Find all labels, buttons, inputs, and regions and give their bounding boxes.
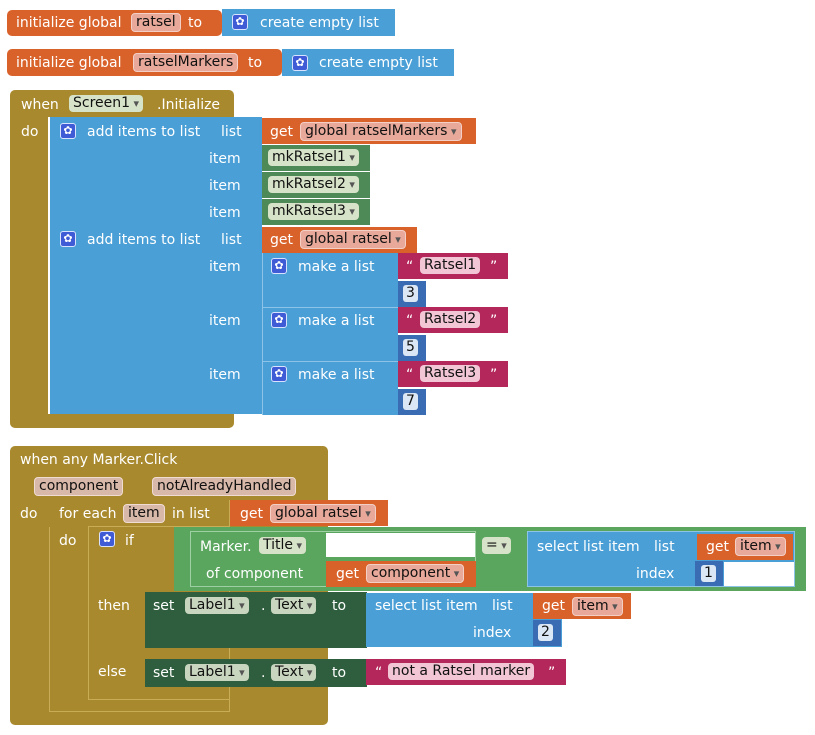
init-ratsel-label: initialize global (16, 15, 122, 31)
marker-getter-label: Marker. (200, 539, 252, 555)
text-value-ratsel3[interactable]: Ratsel3 (420, 365, 481, 382)
set-label: set (153, 598, 175, 614)
get-label: get (336, 566, 359, 582)
to-label: to (332, 665, 347, 681)
item-socket-label: item (209, 178, 241, 194)
select-list-socket-label-2: list (492, 598, 513, 614)
for-each-do-label: do (59, 533, 77, 549)
open-quote-icon: “ (375, 665, 383, 681)
item-socket-label: item (209, 151, 241, 167)
index-socket-label-1: index (636, 566, 675, 582)
create-empty-list-label-1: create empty list (260, 15, 379, 31)
text-value-not-a-ratsel-marker[interactable]: not a Ratsel marker (388, 663, 535, 680)
global-ratsel-dropdown[interactable]: global ratsel (300, 230, 406, 249)
event-name: .Initialize (157, 97, 221, 113)
mkratsel3-dropdown[interactable]: mkRatsel3 (268, 203, 359, 220)
make-a-list-label-2: make a list (298, 313, 375, 329)
do-label: do (20, 506, 38, 522)
mutator-gear-icon[interactable]: ✿ (271, 366, 287, 382)
global-ratsel-dropdown-2[interactable]: global ratsel (270, 504, 376, 523)
get-label: get (706, 539, 729, 555)
text-value-ratsel2[interactable]: Ratsel2 (420, 311, 481, 328)
global-ratselmarkers-dropdown[interactable]: global ratselMarkers (300, 122, 462, 141)
mutator-gear-icon[interactable]: ✿ (99, 531, 115, 547)
mutator-gear-icon[interactable]: ✿ (271, 258, 287, 274)
label-component-dropdown[interactable]: Label1 (185, 664, 249, 681)
number-value-index-2[interactable]: 2 (538, 624, 553, 641)
mutator-gear-icon[interactable]: ✿ (292, 55, 308, 71)
empty-slot (724, 562, 794, 586)
text-value-ratsel1[interactable]: Ratsel1 (420, 257, 481, 274)
in-list-label: in list (172, 506, 210, 522)
empty-slot (326, 533, 475, 557)
number-value-index-1[interactable]: 1 (701, 565, 716, 582)
get-label: get (240, 506, 263, 522)
close-quote-icon: ” (490, 313, 498, 329)
mutator-gear-icon[interactable]: ✿ (60, 231, 76, 247)
add-items-label-1: add items to list (87, 124, 201, 140)
if-label: if (125, 533, 134, 549)
param-not-already-handled[interactable]: notAlreadyHandled (152, 477, 297, 496)
when-any-marker-click-label: when any Marker.Click (20, 452, 178, 468)
label-property-dropdown[interactable]: Text (271, 597, 317, 614)
number-value-7[interactable]: 7 (403, 393, 418, 410)
init-ratselmarkers-to: to (248, 55, 263, 71)
mkratsel2-dropdown[interactable]: mkRatsel2 (268, 176, 359, 193)
item-socket-label: item (209, 313, 241, 329)
open-quote-icon: “ (406, 313, 414, 329)
dot-label: . (261, 665, 266, 681)
mutator-gear-icon[interactable]: ✿ (60, 123, 76, 139)
do-label: do (21, 124, 39, 140)
get-label: get (270, 124, 293, 140)
make-a-list-label-1: make a list (298, 259, 375, 275)
marker-property-dropdown[interactable]: Title (259, 537, 307, 554)
number-value-3[interactable]: 3 (403, 285, 418, 302)
init-ratsel-var[interactable]: ratsel (131, 13, 181, 32)
list-socket-label-2: list (221, 232, 242, 248)
mkratsel1-dropdown[interactable]: mkRatsel1 (268, 149, 359, 166)
item-socket-label: item (209, 259, 241, 275)
mutator-gear-icon[interactable]: ✿ (232, 14, 248, 30)
list-socket-label-1: list (221, 124, 242, 140)
create-empty-list-label-2: create empty list (319, 55, 438, 71)
close-quote-icon: ” (490, 259, 498, 275)
init-ratselmarkers-var[interactable]: ratselMarkers (133, 53, 239, 72)
dot-label: . (261, 598, 266, 614)
then-label: then (98, 598, 130, 614)
item-socket-label: item (209, 367, 241, 383)
close-quote-icon: ” (490, 367, 498, 383)
open-quote-icon: “ (406, 259, 414, 275)
make-a-list-label-3: make a list (298, 367, 375, 383)
label-component-dropdown[interactable]: Label1 (185, 597, 249, 614)
select-list-socket-label-1: list (654, 539, 675, 555)
param-component[interactable]: component (34, 477, 124, 496)
get-component-dropdown[interactable]: component (366, 564, 465, 583)
set-label: set (153, 665, 175, 681)
equals-operator-dropdown[interactable]: = (482, 537, 511, 554)
select-list-item-label-2: select list item (375, 598, 478, 614)
init-ratselmarkers-label: initialize global (16, 55, 122, 71)
item-socket-label: item (209, 205, 241, 221)
when-label: when (21, 97, 59, 113)
number-value-5[interactable]: 5 (403, 339, 418, 356)
index-socket-label-2: index (473, 625, 512, 641)
get-item-dropdown-1[interactable]: item (735, 537, 786, 556)
of-component-label: of component (206, 566, 304, 582)
get-label: get (542, 598, 565, 614)
else-label: else (98, 664, 127, 680)
to-label: to (332, 598, 347, 614)
add-items-label-2: add items to list (87, 232, 201, 248)
get-item-dropdown-2[interactable]: item (572, 597, 623, 616)
get-label: get (270, 232, 293, 248)
screen-component-dropdown[interactable]: Screen1 (69, 95, 144, 112)
for-each-item-var[interactable]: item (123, 504, 165, 523)
open-quote-icon: “ (406, 367, 414, 383)
label-property-dropdown[interactable]: Text (271, 664, 317, 681)
select-list-item-label-1: select list item (537, 539, 640, 555)
for-each-label: for each (59, 506, 117, 522)
init-ratsel-to: to (188, 15, 203, 31)
mutator-gear-icon[interactable]: ✿ (271, 312, 287, 328)
close-quote-icon: ” (548, 665, 556, 681)
